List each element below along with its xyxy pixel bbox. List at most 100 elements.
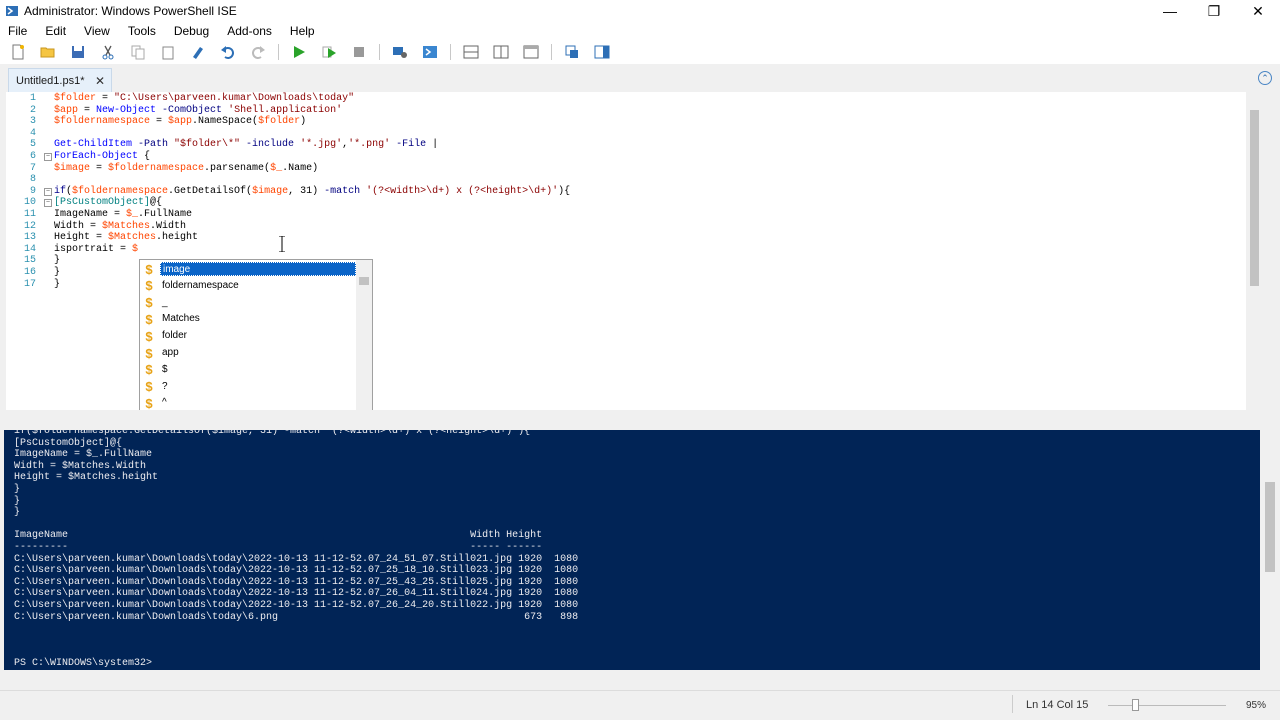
intellisense-item[interactable]: $ _ — [140, 295, 358, 311]
paste-icon[interactable] — [158, 42, 178, 62]
console-scroll-thumb[interactable] — [1265, 482, 1275, 572]
intellisense-item-label: _ — [162, 296, 168, 308]
script-editor[interactable]: 1 $folder = "C:\Users\parveen.kumar\Downl… — [6, 92, 1262, 411]
run-selection-icon[interactable] — [319, 42, 339, 62]
intellisense-item[interactable]: $ folder — [140, 328, 358, 344]
stop-icon[interactable] — [349, 42, 369, 62]
code-text: } — [54, 279, 60, 291]
code-text: $app = New-Object -ComObject 'Shell.appl… — [54, 105, 342, 117]
maximize-button[interactable]: ❐ — [1192, 0, 1236, 22]
tab-close-icon[interactable]: ✕ — [95, 74, 105, 88]
line-number: 15 — [23, 255, 36, 267]
menu-edit[interactable]: Edit — [41, 24, 66, 38]
show-command-window-icon[interactable] — [562, 42, 582, 62]
zoom-slider-thumb[interactable] — [1132, 699, 1139, 711]
powershell-ise-window: Administrator: Windows PowerShell ISE — … — [0, 0, 1280, 720]
code-token: $foldernamespace — [54, 116, 151, 128]
code-token: ) — [300, 116, 307, 128]
show-script-pane-right-icon[interactable] — [491, 42, 511, 62]
cursor-position: Ln 14 Col 15 — [1026, 699, 1089, 711]
code-line: 9− if($foldernamespace.GetDetailsOf($imag… — [6, 186, 1236, 198]
start-powershell-icon[interactable] — [420, 42, 440, 62]
ibeam-cursor-icon — [279, 236, 285, 252]
line-number: 16 — [23, 267, 36, 278]
save-icon[interactable] — [68, 42, 88, 62]
console-line: C:\Users\parveen.kumar\Downloads\today\6… — [14, 611, 579, 623]
code-token: $image — [54, 162, 91, 174]
undo-icon[interactable] — [218, 42, 238, 62]
status-bar: Ln 14 Col 15 95% — [0, 690, 1280, 720]
fold-toggle-icon[interactable]: − — [44, 153, 52, 161]
intellisense-item[interactable]: $ image — [140, 261, 358, 277]
code-text: ForEach-Object { — [54, 151, 150, 163]
code-token: .Width — [150, 220, 187, 232]
menu-view[interactable]: View — [80, 24, 110, 38]
collapse-script-pane-icon[interactable]: ⌃ — [1258, 71, 1272, 85]
code-text: if($foldernamespace.GetDetailsOf($image,… — [54, 186, 570, 198]
redo-icon[interactable] — [248, 42, 268, 62]
zoom-slider-track[interactable] — [1108, 705, 1226, 706]
title-bar: Administrator: Windows PowerShell ISE — … — [0, 0, 1280, 22]
intellisense-item[interactable]: $ app — [140, 345, 358, 361]
line-number: 11 — [23, 209, 36, 220]
cut-icon[interactable] — [98, 42, 118, 62]
open-icon[interactable] — [38, 42, 58, 62]
code-token: -ComObject — [156, 104, 229, 116]
remote-powershell-icon[interactable] — [390, 42, 410, 62]
minimize-button[interactable]: — — [1148, 0, 1192, 22]
menu-debug[interactable]: Debug — [170, 24, 209, 38]
editor-vertical-scrollbar[interactable] — [1246, 92, 1262, 410]
code-token: .GetDetailsOf( — [168, 185, 253, 197]
close-button[interactable]: ✕ — [1236, 0, 1280, 22]
console-line: Width = $Matches.Width — [14, 460, 147, 472]
copy-icon[interactable] — [128, 42, 148, 62]
code-token: New-Object — [96, 104, 157, 116]
intellisense-item[interactable]: $? — [140, 379, 358, 395]
intellisense-scrollbar[interactable] — [356, 260, 372, 410]
menu-help[interactable]: Help — [286, 24, 315, 38]
code-token: -Path — [132, 139, 175, 151]
code-token: ImageName = — [54, 209, 127, 220]
new-icon[interactable] — [8, 42, 28, 62]
code-token: .height — [156, 232, 199, 244]
intellisense-item[interactable]: $ $ — [140, 362, 358, 378]
menu-file[interactable]: File — [4, 24, 27, 38]
window-title: Administrator: Windows PowerShell ISE — [24, 4, 237, 18]
console-pane[interactable]: if($foldernamespace.GetDetailsOf($image,… — [4, 430, 1260, 670]
clear-icon[interactable] — [188, 42, 208, 62]
code-token: .NameSpace( — [192, 116, 259, 128]
intellisense-item[interactable]: $ Matches — [140, 311, 358, 327]
menu-addons[interactable]: Add-ons — [223, 24, 272, 38]
show-command-addon-icon[interactable] — [592, 42, 612, 62]
line-number: 3 — [29, 116, 36, 128]
line-number: 14 — [23, 243, 36, 255]
pane-splitter[interactable] — [0, 410, 1280, 430]
line-number: 10 — [23, 197, 36, 209]
editor-scroll-thumb[interactable] — [1250, 110, 1259, 286]
intellisense-popup[interactable]: $ image $ foldernamespace $ _ $ Matches $ folder $… — [139, 259, 373, 411]
intellisense-item[interactable]: $ foldernamespace — [140, 278, 358, 294]
code-token: Height = — [54, 232, 109, 244]
show-script-pane-top-icon[interactable] — [461, 42, 481, 62]
code-text: ImageName = $_.FullName — [54, 209, 192, 221]
code-token: = — [78, 104, 97, 116]
line-number: 13 — [23, 232, 36, 244]
code-line: 12 Width = $Matches.Width — [6, 221, 1236, 233]
fold-toggle-icon[interactable]: − — [44, 199, 52, 208]
show-script-pane-max-icon[interactable] — [521, 42, 541, 62]
code-line: 5 Get-ChildItem -Path "$folder\*" -includ… — [6, 139, 1236, 151]
menu-tools[interactable]: Tools — [124, 24, 156, 38]
code-token: "C:\Users\parveen.kumar\Downloads\today" — [114, 93, 355, 104]
code-token: ){ — [558, 185, 571, 197]
intellisense-scroll-thumb[interactable] — [359, 277, 369, 285]
run-icon[interactable] — [289, 42, 309, 62]
tab-untitled1[interactable]: Untitled1.ps1* ✕ — [8, 68, 112, 92]
console-vertical-scrollbar[interactable] — [1262, 432, 1278, 670]
intellisense-item[interactable]: $ ^ — [140, 395, 358, 411]
code-token: -File — [390, 139, 433, 151]
code-token: = — [150, 116, 169, 128]
fold-toggle-icon[interactable]: − — [44, 187, 52, 196]
console-line: C:\Users\parveen.kumar\Downloads\today\2… — [14, 588, 579, 600]
code-token: if — [54, 185, 67, 197]
code-token: $foldernamespace — [108, 162, 205, 174]
